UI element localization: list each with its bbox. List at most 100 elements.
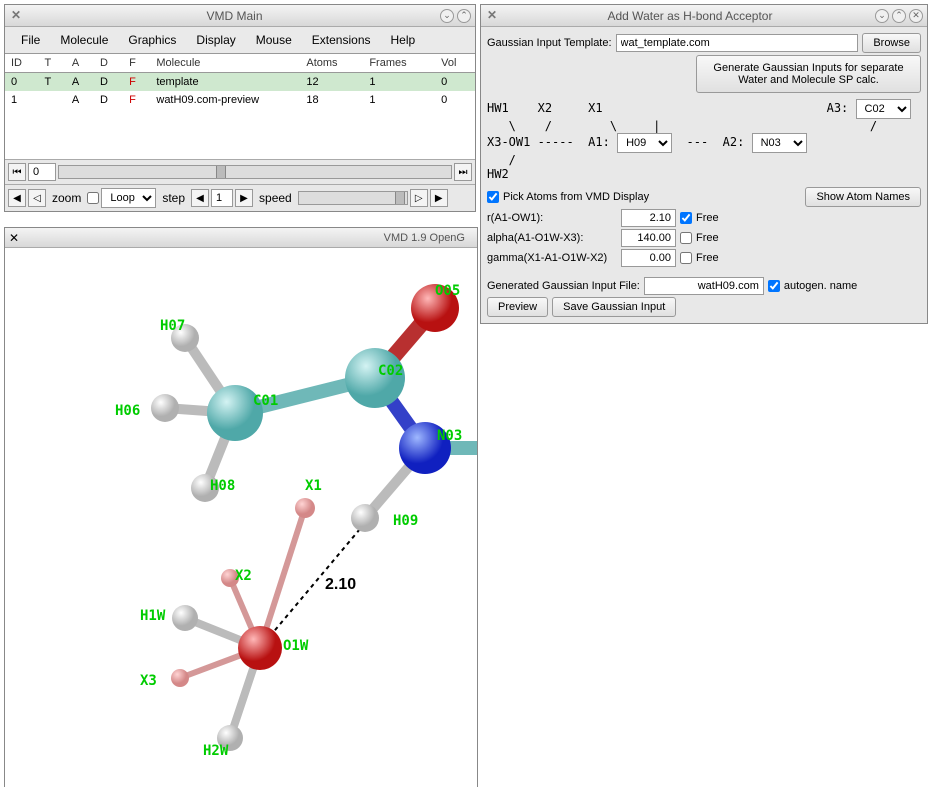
free-label: Free [696,212,719,224]
hbond-title: Add Water as H-bond Acceptor [505,9,875,23]
r-input[interactable] [621,209,676,227]
gamma-free-checkbox[interactable] [680,252,692,264]
col-vol[interactable]: Vol [435,54,475,73]
forward-end-icon[interactable]: ⏭ [454,163,472,181]
gamma-input[interactable] [621,249,676,267]
close-icon[interactable]: ✕ [909,9,923,23]
atom-label: C01 [253,393,278,409]
col-d[interactable]: D [94,54,123,73]
atom-label: O1W [283,638,308,654]
vmd-main-window: ✕ VMD Main ⌄ ⌃ File Molecule Graphics Di… [4,4,476,212]
maximize-icon[interactable]: ⌃ [457,9,471,23]
atom-label: H1W [140,608,165,624]
opengl-title: VMD 1.9 OpenG [19,232,473,244]
autogen-checkbox[interactable] [768,280,780,292]
template-input[interactable] [616,34,859,52]
save-gaussian-button[interactable]: Save Gaussian Input [552,297,676,317]
play-forward-icon[interactable]: ▷ [410,189,428,207]
opengl-titlebar: ✕ VMD 1.9 OpenG [5,228,477,248]
close-icon[interactable]: ✕ [485,9,499,23]
play-back-icon[interactable]: ◁ [28,189,46,207]
zmatrix-diagram: HW1 X2 X1 A3: C02 \ / \ | / X3-OW1 -----… [487,95,921,185]
loop-select[interactable]: Loop [101,188,156,208]
table-row[interactable]: 0 T A D F template 12 1 0 [5,73,475,92]
speed-label: speed [255,191,296,205]
menu-mouse[interactable]: Mouse [246,29,302,51]
free-label: Free [696,252,719,264]
window-title: VMD Main [29,9,440,23]
col-id[interactable]: ID [5,54,39,73]
gen-file-input[interactable] [644,277,764,295]
maximize-icon[interactable]: ⌃ [892,9,906,23]
step-input[interactable] [211,189,233,207]
alpha-free-checkbox[interactable] [680,232,692,244]
minimize-icon[interactable]: ⌄ [875,9,889,23]
atom-label: H09 [393,513,418,529]
menu-display[interactable]: Display [186,29,245,51]
atom-label: C02 [378,363,403,379]
vmd-main-titlebar: ✕ VMD Main ⌄ ⌃ [5,5,475,27]
col-molecule[interactable]: Molecule [150,54,300,73]
menu-extensions[interactable]: Extensions [302,29,381,51]
close-icon[interactable]: ✕ [9,231,19,245]
atom-label: H06 [115,403,140,419]
atom-label: X2 [235,568,252,584]
preview-button[interactable]: Preview [487,297,548,317]
menu-help[interactable]: Help [381,29,426,51]
a1-select[interactable]: H09 [617,133,672,153]
atom-label: H08 [210,478,235,494]
speed-slider[interactable] [298,191,408,205]
atom-label: N03 [437,428,462,444]
r-label: r(A1-OW1): [487,212,617,224]
play-controls: ◀ ◁ zoom Loop step ◀ ▶ speed ▷ ▶ [5,184,475,211]
r-free-checkbox[interactable] [680,212,692,224]
a2-select[interactable]: N03 [752,133,807,153]
timeline-slider[interactable] [58,165,452,179]
zoom-label: zoom [48,191,85,205]
step-forward-icon[interactable]: ▶ [430,189,448,207]
col-atoms[interactable]: Atoms [300,54,363,73]
autogen-label: autogen. name [784,280,857,292]
step-back-icon[interactable]: ◀ [8,189,26,207]
generate-sp-button[interactable]: Generate Gaussian Inputs for separate Wa… [696,55,921,93]
step-inc-icon[interactable]: ▶ [235,189,253,207]
menu-file[interactable]: File [11,29,50,51]
table-row[interactable]: 1 A D F watH09.com-preview 18 1 0 [5,91,475,109]
atom-label: H07 [160,318,185,334]
pick-atoms-label: Pick Atoms from VMD Display [503,191,649,203]
atom-label: H2W [203,743,228,759]
col-frames[interactable]: Frames [363,54,435,73]
distance-label: 2.10 [325,576,356,594]
timeline-bar: ⏮ ⏭ [5,159,475,184]
col-f[interactable]: F [123,54,150,73]
menubar: File Molecule Graphics Display Mouse Ext… [5,27,475,54]
gen-file-label: Generated Gaussian Input File: [487,280,640,292]
atom-label: X1 [305,478,322,494]
alpha-label: alpha(A1-O1W-X3): [487,232,617,244]
hbond-panel: Gaussian Input Template: Browse Generate… [481,27,927,323]
atom-label: O05 [435,283,460,299]
frame-input[interactable] [28,163,56,181]
menu-graphics[interactable]: Graphics [118,29,186,51]
close-icon[interactable]: ✕ [9,9,23,23]
hbond-titlebar: ✕ Add Water as H-bond Acceptor ⌄ ⌃ ✕ [481,5,927,27]
browse-button[interactable]: Browse [862,33,921,53]
show-atom-names-button[interactable]: Show Atom Names [805,187,921,207]
a3-select[interactable]: C02 [856,99,911,119]
opengl-window: ✕ VMD 1.9 OpenG [4,227,478,787]
col-t[interactable]: T [39,54,66,73]
minimize-icon[interactable]: ⌄ [440,9,454,23]
template-label: Gaussian Input Template: [487,37,612,49]
step-label: step [158,191,189,205]
step-dec-icon[interactable]: ◀ [191,189,209,207]
pick-atoms-checkbox[interactable] [487,191,499,203]
free-label: Free [696,232,719,244]
zoom-checkbox[interactable] [87,192,99,204]
rewind-start-icon[interactable]: ⏮ [8,163,26,181]
molecule-table: ID T A D F Molecule Atoms Frames Vol 0 T… [5,54,475,109]
hbond-window: ✕ Add Water as H-bond Acceptor ⌄ ⌃ ✕ Gau… [480,4,928,324]
menu-molecule[interactable]: Molecule [50,29,118,51]
alpha-input[interactable] [621,229,676,247]
col-a[interactable]: A [66,54,94,73]
molecule-viewport[interactable]: O05 H07 H06 C01 C02 H08 X1 N03 H09 H10 H… [5,248,477,788]
